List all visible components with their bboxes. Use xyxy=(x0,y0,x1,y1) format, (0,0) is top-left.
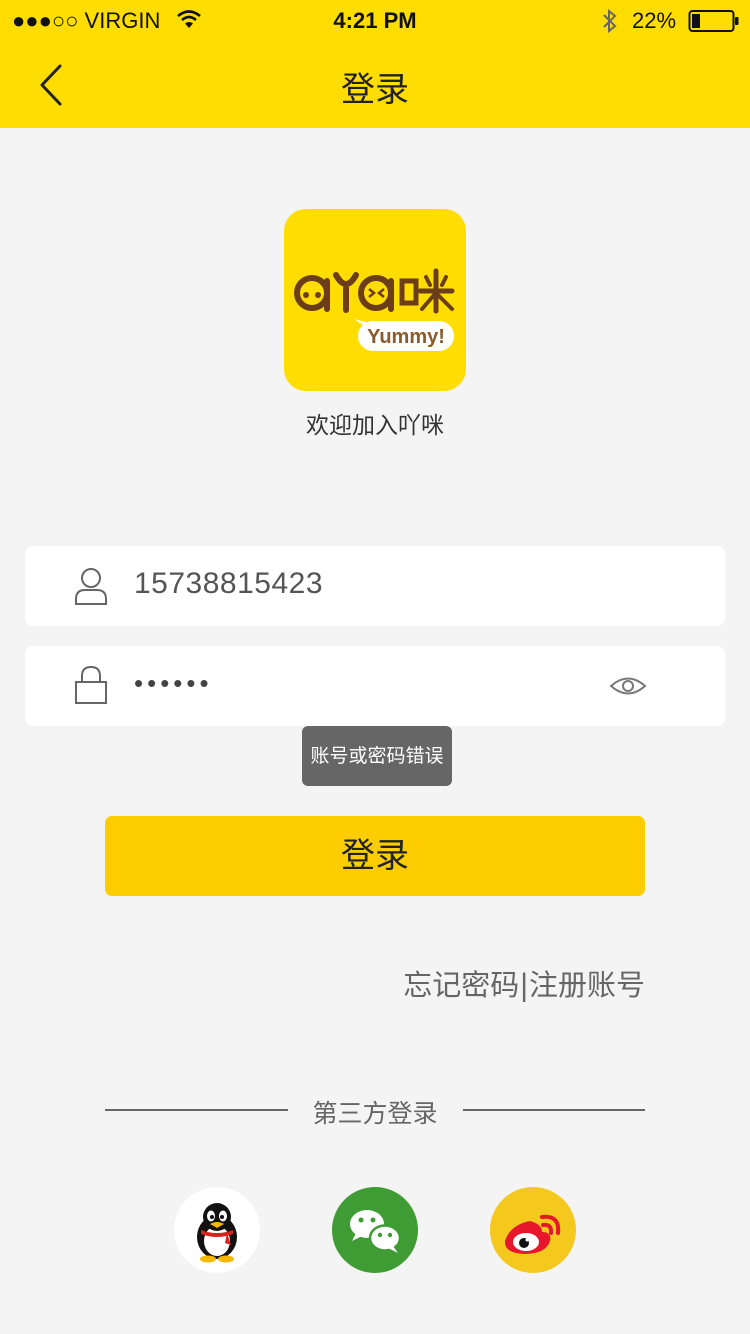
forgot-password-link[interactable]: 忘记密码 xyxy=(403,968,519,1002)
error-toast: 账号或密码错误 xyxy=(302,726,452,786)
password-input-value[interactable]: •••••• xyxy=(134,668,213,699)
wechat-icon xyxy=(350,1210,402,1253)
phone-input-value[interactable]: 15738815423 xyxy=(134,567,323,601)
lock-icon xyxy=(75,665,107,704)
qq-login-button[interactable] xyxy=(174,1187,260,1273)
bluetooth-icon xyxy=(603,8,617,34)
page-title: 登录 xyxy=(341,70,409,110)
app-logo: Yummy! xyxy=(284,209,466,391)
logo-badge-text: Yummy! xyxy=(367,326,445,348)
welcome-text: 欢迎加入吖咪 xyxy=(306,413,444,439)
user-icon xyxy=(75,568,107,605)
register-link[interactable]: 注册账号 xyxy=(529,968,645,1002)
battery-icon xyxy=(688,10,739,32)
account-links: 忘记密码|注册账号 xyxy=(403,962,645,1004)
eye-icon[interactable] xyxy=(609,674,647,698)
link-separator: | xyxy=(519,968,529,1002)
login-button[interactable]: 登录 xyxy=(105,816,645,896)
weibo-login-button[interactable] xyxy=(490,1187,576,1273)
phone-field[interactable] xyxy=(25,546,725,626)
qq-icon xyxy=(197,1203,237,1263)
yummy-logo-icon: Yummy! xyxy=(294,268,455,351)
third-party-login-label: 第三方登录 xyxy=(312,1099,438,1128)
divider-right xyxy=(463,1109,645,1111)
wechat-login-button[interactable] xyxy=(332,1187,418,1273)
weibo-icon xyxy=(504,1214,561,1254)
battery-percentage: 22% xyxy=(632,8,677,33)
